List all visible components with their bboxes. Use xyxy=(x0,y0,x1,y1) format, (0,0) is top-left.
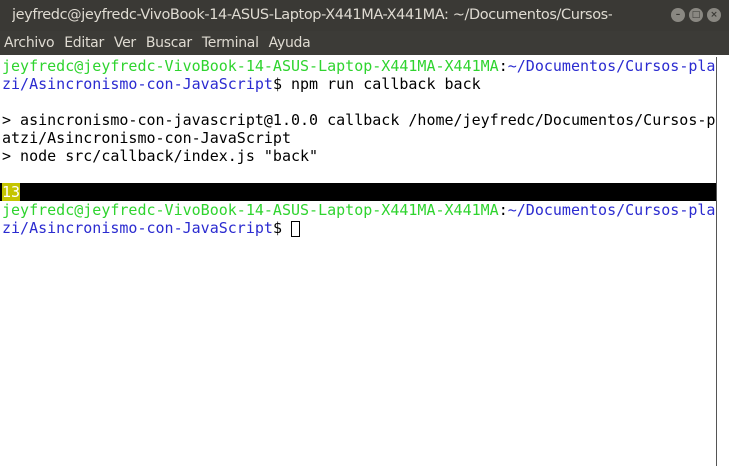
scrollbar[interactable] xyxy=(716,57,729,466)
minimize-button[interactable]: – xyxy=(671,8,685,22)
menu-terminal[interactable]: Terminal xyxy=(198,31,265,55)
menu-archivo[interactable]: Archivo xyxy=(0,31,60,55)
prompt-line: jeyfredc@jeyfredc-VivoBook-14-ASUS-Lapto… xyxy=(2,201,725,219)
close-button[interactable]: × xyxy=(707,8,721,22)
prompt-path: zi/Asincronismo-con-JavaScript xyxy=(2,219,273,237)
result-line: 13 xyxy=(0,183,716,201)
command: npm run callback back xyxy=(291,75,481,93)
menu-ver[interactable]: Ver xyxy=(110,31,142,55)
output-line: > node src/callback/index.js "back" xyxy=(2,147,319,165)
maximize-button[interactable]: □ xyxy=(689,8,703,22)
output-line: atzi/Asincronismo-con-JavaScript xyxy=(2,129,291,147)
title-bar: jeyfredc@jeyfredc-VivoBook-14-ASUS-Lapto… xyxy=(0,0,729,31)
output-line: > asincronismo-con-javascript@1.0.0 call… xyxy=(2,111,725,129)
prompt-line: jeyfredc@jeyfredc-VivoBook-14-ASUS-Lapto… xyxy=(2,57,725,75)
menu-ayuda[interactable]: Ayuda xyxy=(265,31,317,55)
prompt-user: jeyfredc@jeyfredc-VivoBook-14-ASUS-Lapto… xyxy=(2,201,499,219)
prompt-path: zi/Asincronismo-con-JavaScript xyxy=(2,75,273,93)
prompt-path: ~/Documentos/Cursos-plat xyxy=(507,201,725,219)
result-value: 13 xyxy=(2,183,21,201)
terminal-output[interactable]: jeyfredc@jeyfredc-VivoBook-14-ASUS-Lapto… xyxy=(0,57,725,466)
prompt-line-cont: zi/Asincronismo-con-JavaScript$ npm run … xyxy=(2,75,481,93)
window-title: jeyfredc@jeyfredc-VivoBook-14-ASUS-Lapto… xyxy=(12,7,612,23)
prompt-path: ~/Documentos/Cursos-plat xyxy=(507,57,725,75)
menu-buscar[interactable]: Buscar xyxy=(142,31,198,55)
menu-bar: Archivo Editar Ver Buscar Terminal Ayuda xyxy=(0,31,729,55)
menu-editar[interactable]: Editar xyxy=(60,31,110,55)
prompt-user: jeyfredc@jeyfredc-VivoBook-14-ASUS-Lapto… xyxy=(2,57,499,75)
prompt-line-cont: zi/Asincronismo-con-JavaScript$ xyxy=(0,219,716,237)
text-cursor xyxy=(291,221,300,237)
